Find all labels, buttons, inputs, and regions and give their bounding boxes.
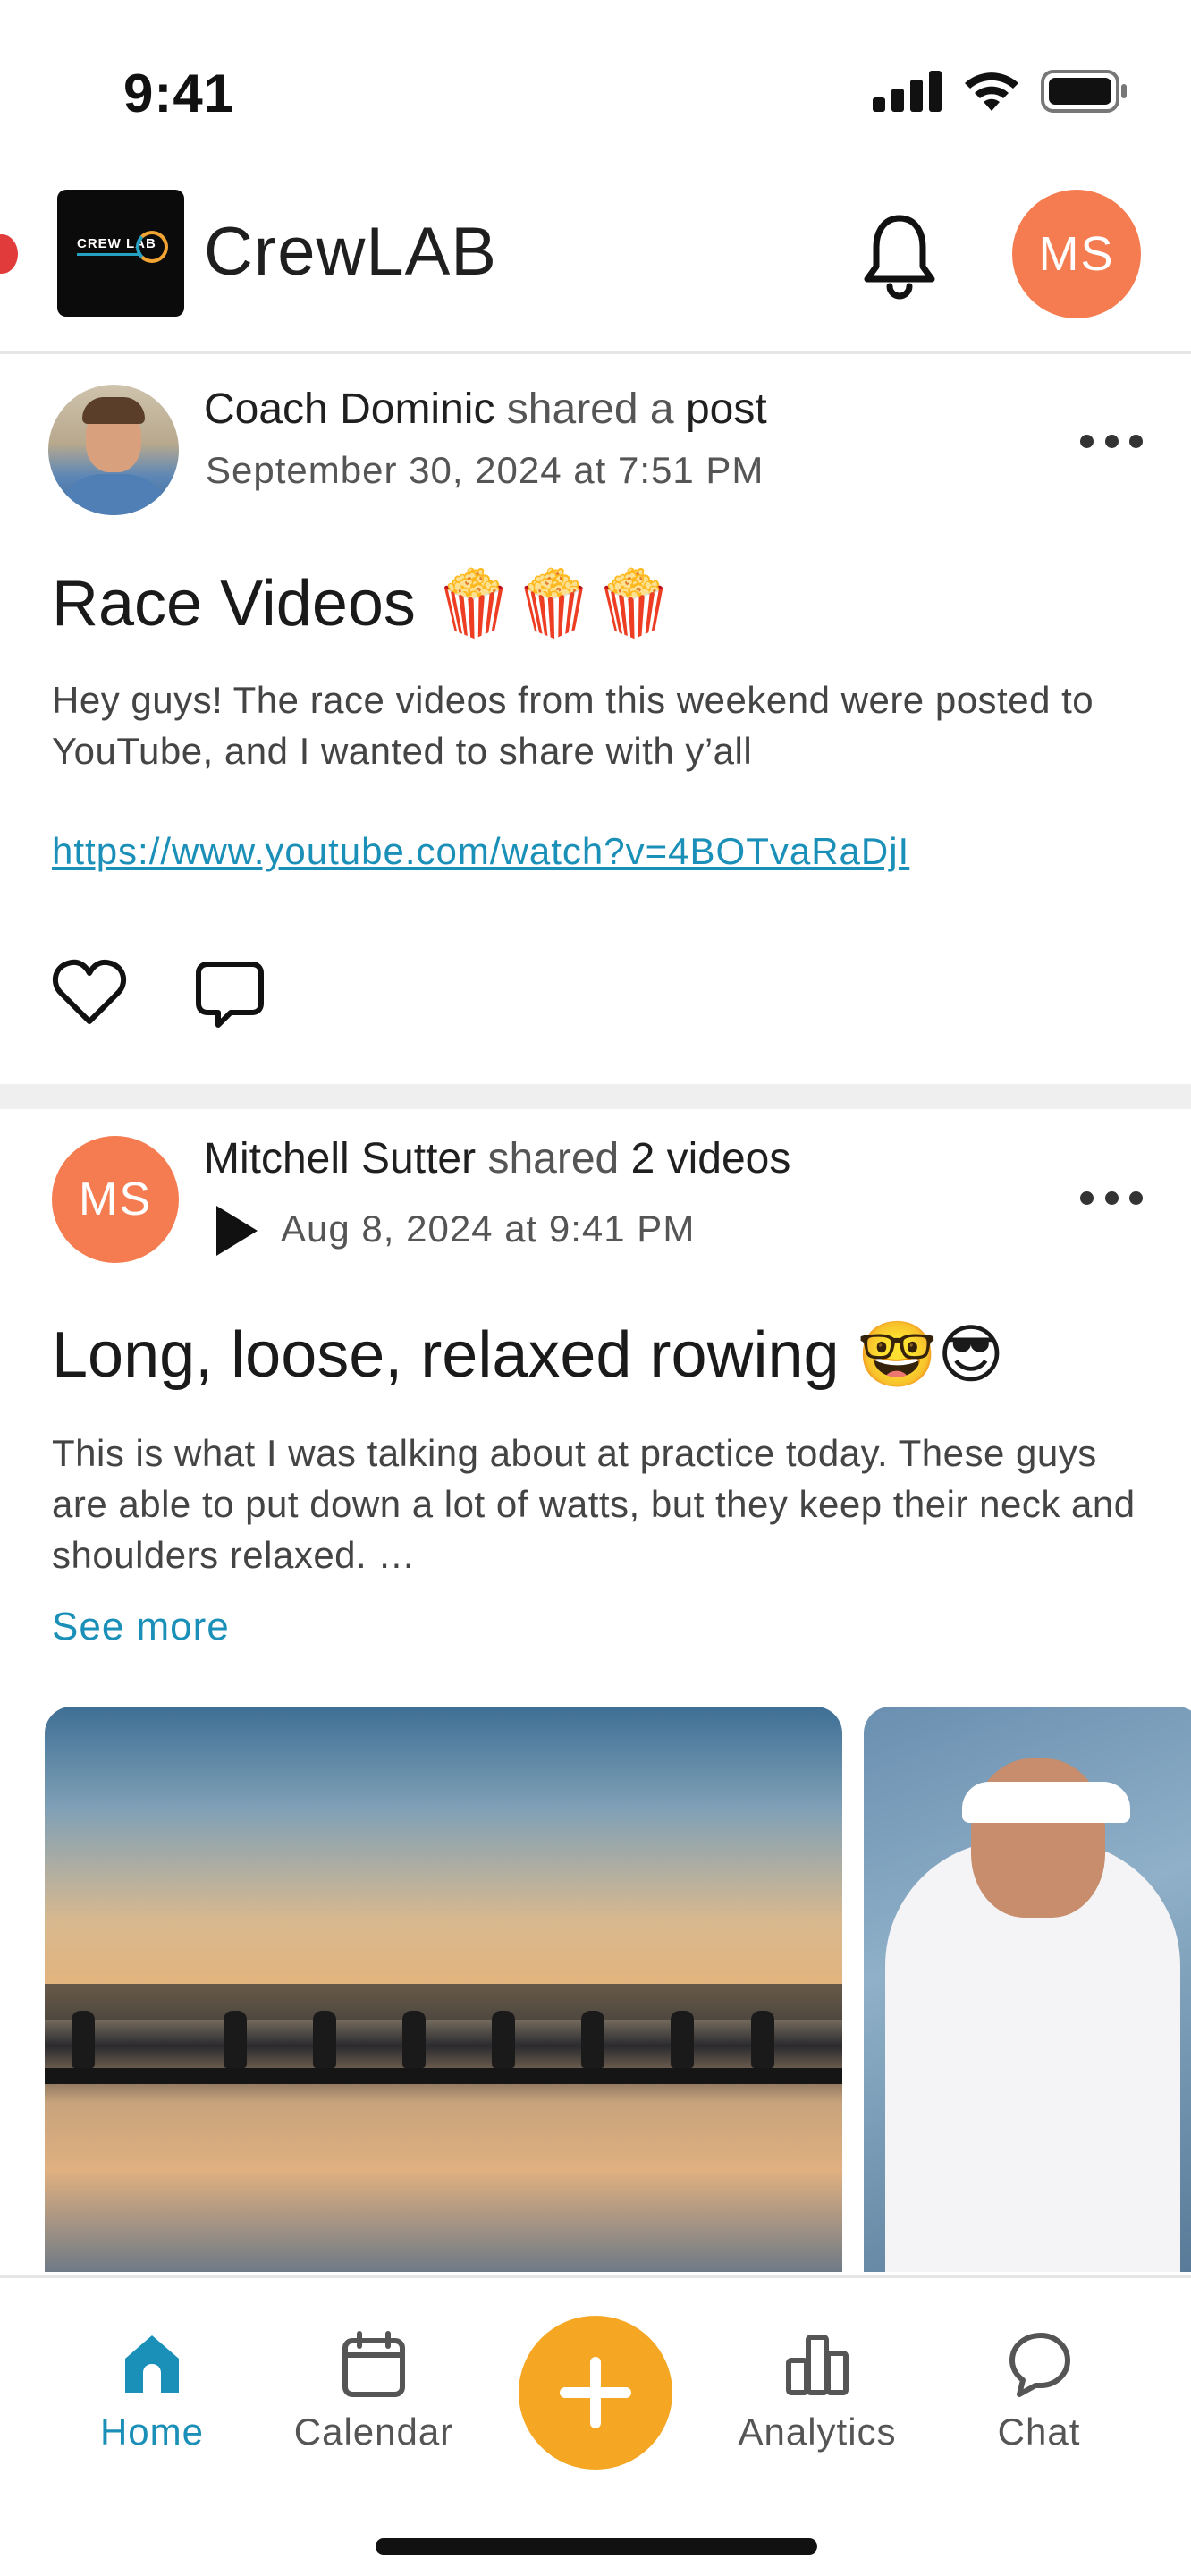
- home-indicator: [376, 2538, 817, 2555]
- post-title: Long, loose, relaxed rowing 🤓😎: [52, 1319, 1005, 1391]
- action-verb: shared: [487, 1135, 620, 1182]
- bottom-nav: Home Calendar Analytics Chat: [0, 2275, 1191, 2576]
- post-meta: Coach Dominic shared a post: [204, 385, 767, 434]
- author-name[interactable]: Coach Dominic: [204, 386, 494, 433]
- play-icon: [216, 1206, 258, 1256]
- post-body: This is what I was talking about at prac…: [52, 1432, 1136, 1576]
- nav-analytics[interactable]: Analytics: [719, 2330, 916, 2453]
- logo-line: [77, 253, 139, 256]
- bell-icon[interactable]: [860, 211, 939, 301]
- post-card: Coach Dominic shared a post September 30…: [0, 358, 1191, 1082]
- post-date: Aug 8, 2024 at 9:41 PM: [281, 1208, 696, 1250]
- post-title: Race Videos 🍿🍿🍿: [52, 568, 674, 640]
- post-link[interactable]: https://www.youtube.com/watch?v=4BOTvaRa…: [52, 830, 909, 873]
- more-options-icon[interactable]: [1080, 435, 1143, 453]
- post-card: MS Mitchell Sutter shared 2 videos Aug 8…: [0, 1109, 1191, 2272]
- app-title: CrewLAB: [204, 214, 497, 290]
- comment-icon[interactable]: [195, 959, 265, 1029]
- nav-chat[interactable]: Chat: [941, 2330, 1137, 2453]
- action-object: post: [685, 386, 767, 433]
- post-divider: [0, 1084, 1191, 1109]
- signal-icon: [873, 71, 942, 112]
- status-icons: [873, 70, 1128, 113]
- status-time: 9:41: [123, 64, 235, 123]
- wifi-icon: [965, 72, 1018, 111]
- user-avatar[interactable]: MS: [1012, 190, 1141, 318]
- nav-label: Analytics: [738, 2411, 897, 2453]
- nav-label: Calendar: [293, 2411, 454, 2453]
- chat-icon: [1009, 2333, 1070, 2397]
- nav-label: Chat: [997, 2411, 1081, 2453]
- post-date: September 30, 2024 at 7:51 PM: [206, 449, 764, 491]
- author-name[interactable]: Mitchell Sutter: [204, 1135, 476, 1182]
- app-logo: CREW LAB: [57, 190, 184, 317]
- nav-calendar[interactable]: Calendar: [275, 2330, 472, 2453]
- post-meta: Mitchell Sutter shared 2 videos: [204, 1134, 790, 1183]
- logo-ring: [136, 231, 168, 263]
- nav-label: Home: [99, 2411, 205, 2453]
- post-body: Hey guys! The race videos from this week…: [52, 679, 1094, 772]
- author-avatar[interactable]: MS: [52, 1136, 179, 1263]
- battery-icon: [1041, 70, 1127, 113]
- analytics-icon: [786, 2334, 849, 2395]
- action-object: 2 videos: [630, 1135, 791, 1182]
- video-thumbnail[interactable]: [864, 1707, 1191, 2272]
- home-icon: [125, 2335, 179, 2393]
- add-button[interactable]: [519, 2316, 672, 2470]
- nav-home[interactable]: Home: [54, 2330, 250, 2453]
- action-verb: shared a: [506, 386, 674, 433]
- like-heart-icon[interactable]: [52, 959, 127, 1027]
- see-more-link[interactable]: See more: [52, 1605, 230, 1649]
- status-bar: 9:41: [0, 0, 1191, 179]
- more-options-icon[interactable]: [1080, 1191, 1143, 1209]
- video-thumbnail[interactable]: [45, 1707, 842, 2272]
- calendar-icon: [342, 2331, 405, 2397]
- author-avatar[interactable]: [48, 385, 179, 515]
